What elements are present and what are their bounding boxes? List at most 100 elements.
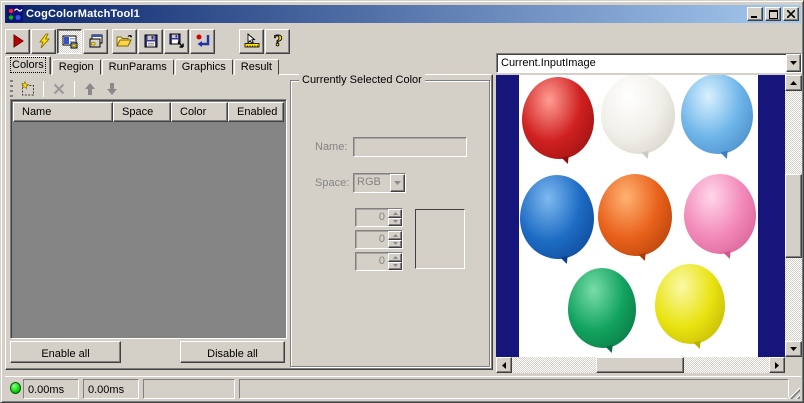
svg-text:?: ? [273,33,282,49]
move-up-button [79,78,101,100]
color-space-value: RGB [357,176,381,188]
status-bar: 0.00ms 0.00ms [5,376,801,400]
new-color-icon [21,80,34,95]
close-button[interactable] [783,7,799,21]
up-arrow-icon [85,82,95,95]
chevron-down-icon [790,61,797,65]
toggle-floating-window-button[interactable] [83,28,108,54]
color-list-toolbar [8,77,123,100]
scroll-down-icon [790,347,797,351]
scroll-down-button[interactable] [785,341,802,357]
image-viewport[interactable] [496,75,785,357]
tab-label: Result [240,61,272,73]
channel-0-stepper: 0 [355,208,403,227]
minimize-icon [751,15,757,18]
group-title: Currently Selected Color [299,74,425,86]
scroll-up-button[interactable] [785,75,802,91]
tab-colors[interactable]: Colors [5,56,51,75]
open-folder-icon [116,35,132,47]
help-button[interactable]: ? [265,28,290,54]
save-as-icon [169,33,184,48]
combo-dropdown-button[interactable] [786,54,801,72]
spin-up-icon [392,211,398,215]
horizontal-scroll-thumb[interactable] [596,357,684,373]
green-balloon [568,268,636,348]
column-header-space[interactable]: Space [113,102,171,122]
tab-strip: Colors Region RunParams Graphics Result [5,56,280,75]
chevron-down-icon [394,181,401,185]
colors-tab-page: Name Space Color Enabled Enable all Disa… [5,74,493,370]
spin-up-icon [392,255,398,259]
image-pane-icon [62,35,77,49]
window-title: CogColorMatchTool1 [26,8,140,20]
spin-up-button [388,209,402,218]
color-list[interactable]: Name Space Color Enabled [10,99,287,339]
channel-2-stepper: 0 [355,252,403,271]
color-list-body[interactable] [13,122,284,336]
tab-graphics[interactable]: Graphics [174,59,233,75]
pink-balloon [684,174,756,254]
color-list-header: Name Space Color Enabled [13,102,284,122]
color-name-input [353,137,467,157]
down-arrow-icon [107,82,117,95]
yellow-balloon [655,264,725,344]
channel-0-value: 0 [378,211,385,223]
title-bar[interactable]: CogColorMatchTool1 [5,5,801,23]
toolbar-grip[interactable] [10,79,13,98]
status-led [10,382,21,394]
toolbar-separator [43,80,44,97]
column-header-color[interactable]: Color [171,102,228,122]
tab-runparams[interactable]: RunParams [101,59,174,75]
image-selector-combo[interactable]: Current.InputImage [496,53,802,73]
run-button[interactable] [5,28,30,54]
spin-down-button [388,239,402,248]
status-panel-time-2: 0.00ms [83,379,139,399]
new-color-button[interactable] [17,78,39,100]
orange-balloon [598,174,672,256]
status-panel-3 [143,379,235,399]
enable-all-button[interactable]: Enable all [10,341,121,363]
toggle-image-display-button[interactable] [57,28,82,54]
spin-up-button [388,253,402,262]
horizontal-scrollbar[interactable] [496,357,785,373]
column-header-enabled[interactable]: Enabled [228,102,284,122]
quick-run-button[interactable] [31,28,56,54]
vertical-scroll-thumb[interactable] [785,174,802,258]
reset-icon [196,34,209,47]
scroll-right-button[interactable] [769,357,785,373]
delete-color-button [48,78,70,100]
tab-region[interactable]: Region [51,59,101,75]
tab-label: Region [58,61,94,73]
minimize-button[interactable] [747,7,763,21]
channel-1-value: 0 [378,233,385,245]
tab-label: Graphics [181,61,226,73]
tab-label: Colors [10,57,46,73]
toolbar-separator [74,80,75,97]
save-file-button[interactable] [138,28,163,54]
app-window: CogColorMatchTool1 ? Colors Region RunPa… [0,0,804,403]
main-toolbar: ? [5,27,801,55]
spin-down-button [388,217,402,226]
channel-2-value: 0 [378,255,385,267]
pointer-ruler-icon [244,33,259,48]
disable-all-button[interactable]: Disable all [180,341,285,363]
spin-down-icon [392,220,398,224]
save-image-button[interactable] [164,28,189,54]
open-file-button[interactable] [112,28,137,54]
spin-up-icon [392,233,398,237]
maximize-button[interactable] [765,7,781,21]
vertical-scrollbar[interactable] [785,75,802,357]
floating-window-icon [89,34,102,48]
tab-result[interactable]: Result [233,59,279,75]
lightning-icon [38,33,50,49]
scroll-left-icon [502,361,506,369]
position-pointer-button[interactable] [239,28,264,54]
reset-button[interactable] [190,28,215,54]
column-header-name[interactable]: Name [13,102,113,122]
maximize-icon [768,9,778,19]
white-balloon [601,75,675,154]
spin-up-button [388,231,402,240]
scroll-left-button[interactable] [496,357,512,373]
run-icon [13,34,24,48]
light-blue-balloon [681,75,753,154]
